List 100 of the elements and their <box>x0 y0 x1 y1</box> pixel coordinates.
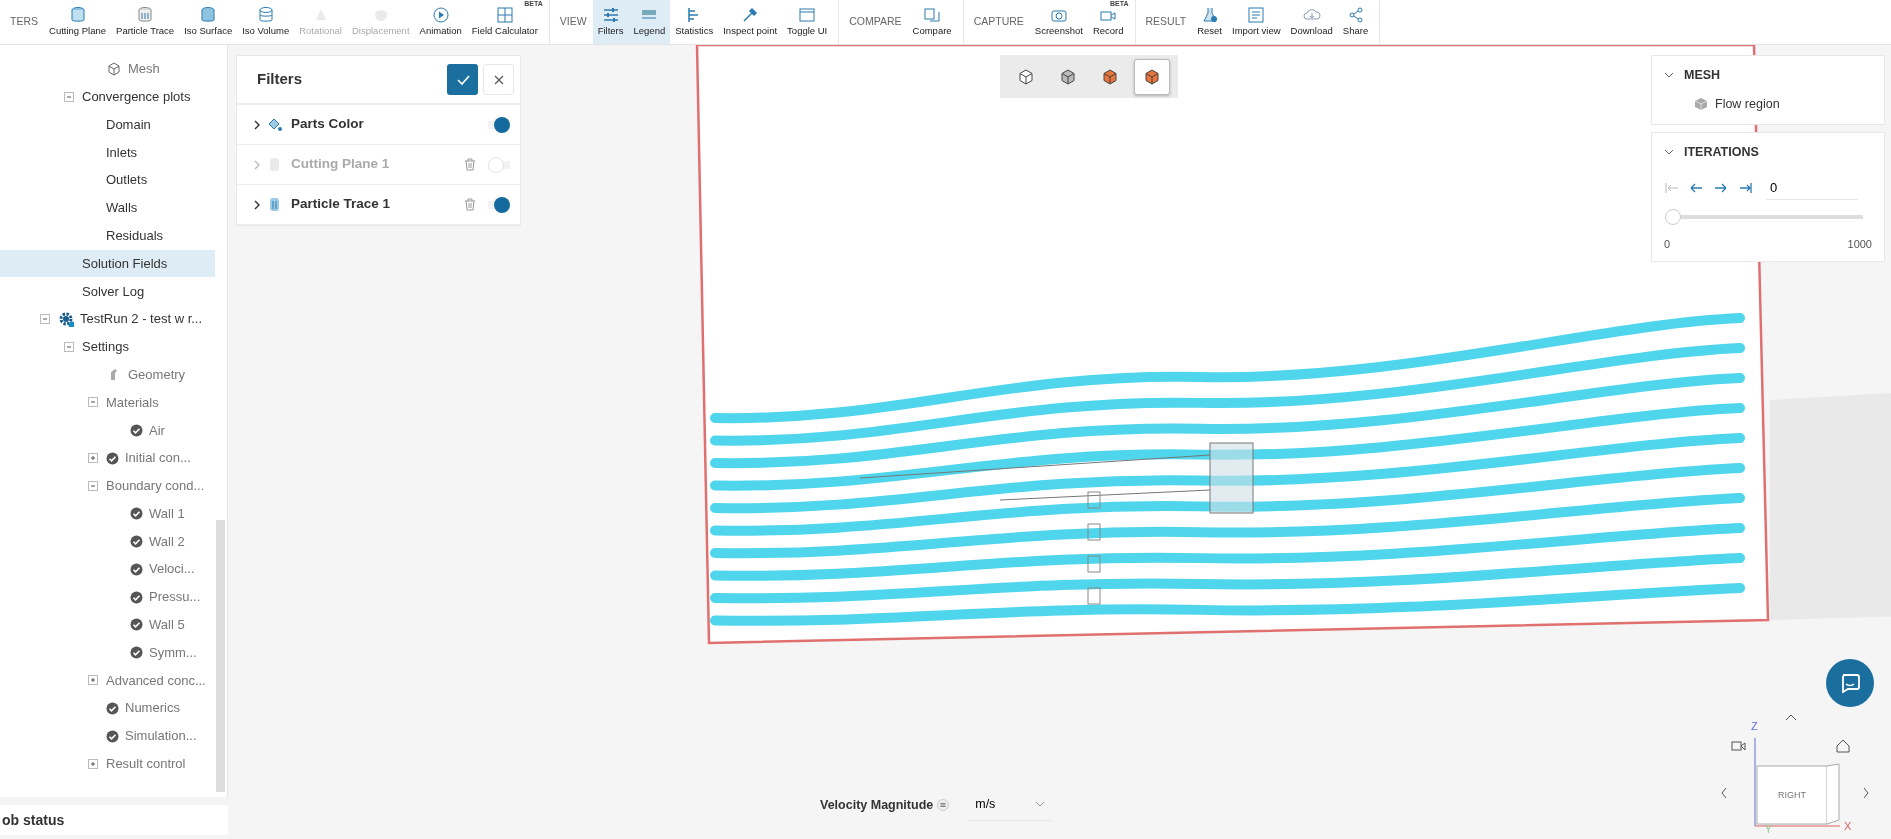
arrow-right-icon[interactable] <box>1863 787 1869 799</box>
toolbar-button[interactable]: Filters <box>592 0 629 44</box>
tree-item[interactable]: Pressu... <box>0 583 215 611</box>
tree-item[interactable]: Mesh <box>0 55 215 83</box>
collapse-icon[interactable] <box>88 397 98 408</box>
toolbar-button[interactable]: Iso Surface <box>179 0 238 44</box>
chat-button[interactable] <box>1826 659 1874 707</box>
calculator-icon <box>495 5 514 24</box>
collapse-icon[interactable] <box>40 314 50 325</box>
cube-icon <box>1144 68 1160 85</box>
tree-item[interactable]: Walls <box>0 194 215 222</box>
filter-row[interactable]: Parts Color <box>237 105 520 145</box>
collapse-icon[interactable] <box>64 91 74 102</box>
expand-icon[interactable] <box>88 758 98 769</box>
cylinder-icon <box>136 5 155 24</box>
compare-icon <box>923 5 942 24</box>
scrollbar[interactable] <box>216 520 225 792</box>
tree-item[interactable]: Solution Fields <box>0 249 215 278</box>
play-icon <box>431 5 450 24</box>
toolbar-button[interactable]: Compare <box>907 0 957 44</box>
tree-item[interactable]: Wall 5 <box>0 610 215 639</box>
max-label: 1000 <box>1847 237 1872 253</box>
tree-item[interactable]: Advanced conc... <box>0 666 215 695</box>
toolbar-button[interactable]: Import view <box>1227 0 1286 44</box>
last-icon[interactable] <box>1739 181 1753 195</box>
unit-dropdown[interactable]: m/s <box>969 789 1052 821</box>
chevron-down-icon <box>1035 801 1046 808</box>
chevron-down-icon <box>1664 71 1674 80</box>
home-icon[interactable] <box>1836 739 1850 753</box>
panel-title: MESH <box>1684 67 1721 84</box>
toolbar-button[interactable]: Screenshot <box>1029 0 1088 44</box>
tree-item[interactable]: Wall 2 <box>0 527 215 556</box>
tree-item[interactable]: Residuals <box>0 221 215 250</box>
toggle-switch[interactable] <box>488 196 510 213</box>
group-label: VIEW <box>558 14 588 30</box>
toggle-switch[interactable] <box>488 116 510 133</box>
tree-item[interactable]: Convergence plots <box>0 82 215 111</box>
tree-item[interactable]: Domain <box>0 110 215 139</box>
tree-item[interactable]: Materials <box>0 388 215 417</box>
toolbar-button[interactable]: Share <box>1337 0 1374 44</box>
tree-item[interactable]: Solver Log <box>0 277 215 306</box>
menu-icon[interactable] <box>937 798 950 811</box>
cylinder-icon <box>199 5 218 24</box>
toolbar-button[interactable]: Reset <box>1192 0 1227 44</box>
view-mode-button[interactable] <box>1134 58 1170 95</box>
trash-icon[interactable] <box>464 198 476 211</box>
collapse-icon[interactable] <box>88 480 98 491</box>
cube-icon <box>1060 68 1076 85</box>
tree-item[interactable]: Boundary cond... <box>0 471 215 500</box>
tree-item[interactable]: Outlets <box>0 166 215 194</box>
tree-item[interactable]: Numerics <box>0 694 215 723</box>
axis-label: X <box>1844 820 1852 832</box>
tree-item[interactable]: TestRun 2 - test w r... <box>0 305 215 333</box>
collapse-icon[interactable] <box>64 341 74 352</box>
toolbar-button[interactable]: Animation <box>414 0 467 44</box>
group-label: COMPARE <box>848 14 903 30</box>
arrow-up-icon[interactable] <box>1785 714 1797 721</box>
arrow-left-icon[interactable] <box>1721 787 1727 799</box>
tree-item[interactable]: Flow region <box>1664 84 1872 118</box>
toolbar-button[interactable]: Download <box>1285 0 1338 44</box>
tree-item[interactable]: Settings <box>0 332 215 361</box>
confirm-button[interactable] <box>447 64 478 95</box>
filter-row[interactable]: Particle Trace 1 <box>237 185 520 225</box>
toolbar-button[interactable]: Legend <box>628 0 671 44</box>
tree-item[interactable]: Veloci... <box>0 555 215 584</box>
tree-item[interactable]: Symm... <box>0 638 215 667</box>
toolbar-button[interactable]: Particle Trace <box>111 0 180 44</box>
group-label: RESULT <box>1144 14 1188 30</box>
tree-item[interactable]: Air <box>0 416 215 445</box>
group-label: CAPTURE <box>972 14 1025 30</box>
toolbar-button[interactable]: Toggle UI <box>782 0 833 44</box>
tree-item[interactable]: Geometry <box>0 360 215 389</box>
camera-icon[interactable] <box>1731 741 1746 751</box>
gear-icon <box>58 311 74 328</box>
arrow-right-icon[interactable] <box>1714 181 1728 195</box>
tree-item[interactable]: Result control <box>0 749 215 778</box>
axis-label: Y <box>1765 824 1772 835</box>
slider-thumb[interactable] <box>1665 209 1681 226</box>
chevron-down-icon <box>1664 148 1674 157</box>
tree-item[interactable]: Initial con... <box>0 444 215 472</box>
toolbar-button[interactable]: Iso Volume <box>237 0 295 44</box>
toolbar-button[interactable]: Inspect point <box>718 0 783 44</box>
toolbar-button[interactable]: Cutting Plane <box>44 0 112 44</box>
toolbar-button[interactable]: Statistics <box>670 0 719 44</box>
panel-title: Filters <box>257 69 303 90</box>
tree-item[interactable]: Inlets <box>0 138 215 167</box>
cylinder-icon <box>256 5 275 24</box>
cube-icon <box>1018 68 1034 85</box>
paint-bucket-icon <box>267 116 283 133</box>
chevron-icon <box>253 199 261 210</box>
arrow-left-icon[interactable] <box>1689 181 1703 195</box>
legend-label: Velocity Magnitude <box>820 796 934 814</box>
tree-item[interactable]: Wall 1 <box>0 499 215 528</box>
group-label: TERS <box>9 14 39 30</box>
chat-icon <box>1839 672 1861 694</box>
tree-item[interactable]: Simulation... <box>0 722 215 750</box>
expand-icon[interactable] <box>88 675 98 686</box>
share-icon <box>1346 5 1365 24</box>
document-icon <box>1247 5 1266 24</box>
expand-icon[interactable] <box>88 453 98 464</box>
